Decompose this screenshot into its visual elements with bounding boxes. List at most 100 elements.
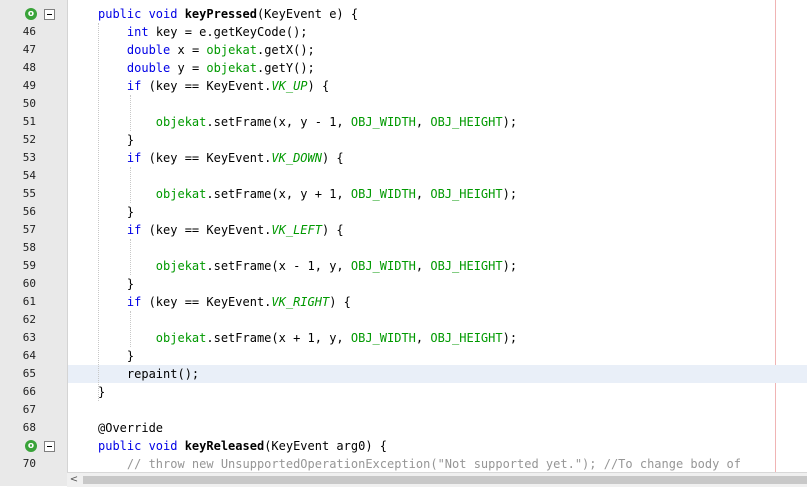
code-token: ) { [307, 79, 330, 93]
code-line[interactable]: } [68, 203, 807, 221]
code-text: public void keyPressed(KeyEvent e) { [98, 5, 358, 23]
code-token: x = [170, 43, 207, 57]
code-line[interactable]: if (key == KeyEvent.VK_RIGHT) { [68, 293, 807, 311]
code-token: (key == KeyEvent. [141, 223, 272, 237]
code-text: if (key == KeyEvent.VK_DOWN) { [98, 149, 344, 167]
code-line[interactable]: // throw new UnsupportedOperationExcepti… [68, 455, 807, 472]
indent-guide [130, 95, 131, 131]
scrollbar-thumb[interactable] [83, 476, 807, 484]
code-text: } [98, 347, 134, 365]
code-token: } [98, 277, 135, 291]
code-token: ); [502, 115, 518, 129]
line-number: 60 [22, 277, 36, 290]
line-number: 51 [22, 115, 36, 128]
code-token: } [98, 349, 135, 363]
code-text: if (key == KeyEvent.VK_RIGHT) { [98, 293, 351, 311]
code-token: double [126, 61, 171, 75]
code-token: VK_DOWN [271, 151, 322, 165]
code-text: } [98, 203, 134, 221]
code-token: .setFrame(x - 1, y, [206, 259, 351, 273]
code-line[interactable]: @Override [68, 419, 807, 437]
code-editor[interactable]: public void keyPressed(KeyEvent e) { int… [68, 0, 807, 472]
code-token: public void [98, 7, 185, 21]
code-line[interactable]: public void keyReleased(KeyEvent arg0) { [68, 437, 807, 455]
override-icon[interactable]: o [25, 440, 37, 452]
code-token: OBJ_WIDTH [350, 259, 416, 273]
fold-collapse-icon[interactable] [44, 9, 55, 20]
code-token: .getY(); [256, 61, 315, 75]
code-token: , [415, 187, 431, 201]
code-line[interactable] [68, 95, 807, 113]
code-text: } [98, 275, 134, 293]
line-number: 67 [22, 403, 36, 416]
code-token: } [98, 133, 135, 147]
code-line[interactable]: } [68, 275, 807, 293]
line-number: 68 [22, 421, 36, 434]
line-number: 50 [22, 97, 36, 110]
code-line[interactable] [68, 401, 807, 419]
line-number: 54 [22, 169, 36, 182]
code-token: ); [502, 187, 518, 201]
code-token: if [126, 295, 142, 309]
line-number: 48 [22, 61, 36, 74]
code-text: objekat.setFrame(x, y - 1, OBJ_WIDTH, OB… [98, 113, 517, 131]
code-line[interactable]: objekat.setFrame(x - 1, y, OBJ_WIDTH, OB… [68, 257, 807, 275]
indent-guide [130, 167, 131, 203]
code-text: } [98, 383, 105, 401]
code-token: objekat [155, 115, 207, 129]
code-token: OBJ_WIDTH [350, 187, 416, 201]
code-token: double [126, 43, 171, 57]
code-text: objekat.setFrame(x - 1, y, OBJ_WIDTH, OB… [98, 257, 517, 275]
code-token: objekat [206, 61, 257, 75]
code-token: public void [98, 439, 185, 453]
code-line[interactable]: } [68, 131, 807, 149]
code-token: OBJ_HEIGHT [430, 259, 503, 273]
code-line[interactable]: double x = objekat.getX(); [68, 41, 807, 59]
code-token: objekat [206, 43, 257, 57]
line-number: 47 [22, 43, 36, 56]
line-number: 65 [22, 367, 36, 380]
line-number: 62 [22, 313, 36, 326]
code-token: keyPressed [184, 7, 257, 21]
code-token: .setFrame(x, y + 1, [206, 187, 351, 201]
code-line[interactable]: if (key == KeyEvent.VK_UP) { [68, 77, 807, 95]
scroll-left-arrow-icon[interactable]: < [67, 473, 81, 487]
code-token: if [126, 79, 142, 93]
code-line[interactable] [68, 239, 807, 257]
code-token: VK_UP [271, 79, 308, 93]
code-line[interactable]: public void keyPressed(KeyEvent e) { [68, 5, 807, 23]
code-line[interactable]: double y = objekat.getY(); [68, 59, 807, 77]
code-line[interactable] [68, 311, 807, 329]
line-number: 49 [22, 79, 36, 92]
code-text: int key = e.getKeyCode(); [98, 23, 308, 41]
code-line[interactable]: objekat.setFrame(x, y + 1, OBJ_WIDTH, OB… [68, 185, 807, 203]
line-number: 70 [22, 457, 36, 470]
code-token: y = [170, 61, 207, 75]
code-line[interactable]: objekat.setFrame(x + 1, y, OBJ_WIDTH, OB… [68, 329, 807, 347]
code-line[interactable]: objekat.setFrame(x, y - 1, OBJ_WIDTH, OB… [68, 113, 807, 131]
code-line[interactable]: repaint(); [68, 365, 807, 383]
code-line[interactable]: } [68, 383, 807, 401]
code-token: if [126, 151, 142, 165]
line-number: 58 [22, 241, 36, 254]
code-token: (key == KeyEvent. [141, 295, 272, 309]
override-icon[interactable]: o [25, 8, 37, 20]
fold-collapse-icon[interactable] [44, 441, 55, 452]
code-line[interactable]: int key = e.getKeyCode(); [68, 23, 807, 41]
code-line[interactable] [68, 167, 807, 185]
code-token: .setFrame(x + 1, y, [206, 331, 351, 345]
line-number: 66 [22, 385, 36, 398]
code-line[interactable]: if (key == KeyEvent.VK_DOWN) { [68, 149, 807, 167]
code-line[interactable]: if (key == KeyEvent.VK_LEFT) { [68, 221, 807, 239]
horizontal-scrollbar[interactable]: < [67, 472, 807, 487]
code-token: .getX(); [256, 43, 315, 57]
line-number: 46 [22, 25, 36, 38]
code-text: if (key == KeyEvent.VK_LEFT) { [98, 221, 344, 239]
line-number-gutter[interactable]: 46 47 48 49 50 51 52 53 54 55 56 57 58 59 60 61 62 63 64 65… [0, 0, 68, 472]
code-line[interactable]: } [68, 347, 807, 365]
